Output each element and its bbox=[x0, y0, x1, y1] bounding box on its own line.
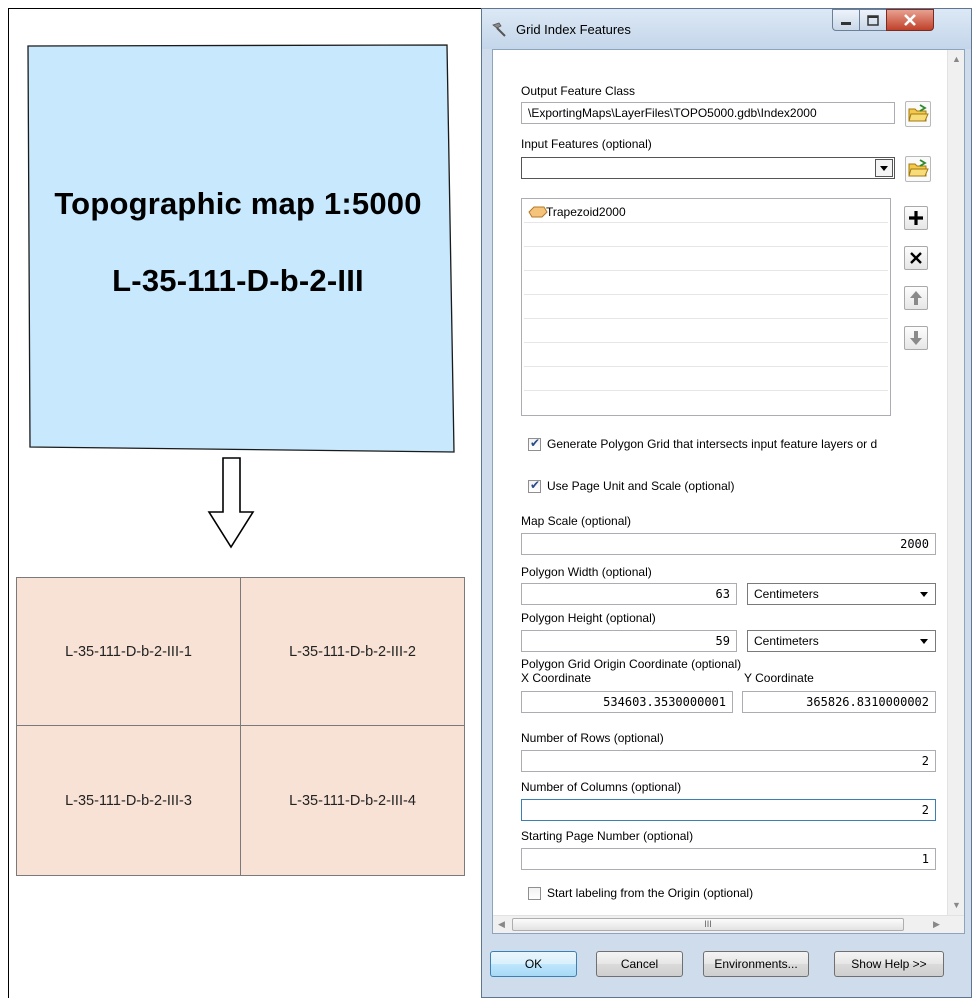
title-bar[interactable]: Grid Index Features bbox=[482, 9, 971, 49]
chevron-down-icon bbox=[920, 592, 928, 597]
check-mark-icon: ✔ bbox=[530, 436, 541, 450]
polygon-width-unit-value: Centimeters bbox=[754, 587, 819, 601]
start-labeling-origin-checkbox[interactable] bbox=[528, 887, 541, 900]
scroll-right-icon[interactable]: ▶ bbox=[933, 919, 940, 930]
chevron-down-icon bbox=[880, 166, 888, 171]
polygon-height-unit-value: Centimeters bbox=[754, 634, 819, 648]
maximize-button[interactable] bbox=[859, 9, 887, 31]
chevron-down-icon bbox=[920, 639, 928, 644]
dialog-title: Grid Index Features bbox=[516, 22, 631, 37]
folder-open-icon bbox=[908, 104, 929, 122]
map-scale-label: Map Scale (optional) bbox=[521, 514, 632, 528]
minimize-icon bbox=[841, 22, 851, 25]
delete-icon bbox=[910, 252, 922, 264]
number-of-columns-field[interactable]: 2 bbox=[521, 799, 936, 821]
output-browse-button[interactable] bbox=[905, 101, 931, 127]
x-coordinate-label: X Coordinate bbox=[521, 671, 592, 685]
plus-icon bbox=[909, 211, 923, 225]
x-coordinate-field[interactable]: 534603.3530000001 bbox=[521, 691, 733, 713]
input-features-list[interactable]: Trapezoid2000 bbox=[521, 198, 891, 416]
y-coordinate-field[interactable]: 365826.8310000002 bbox=[742, 691, 936, 713]
map-sheet-polygon bbox=[27, 44, 455, 453]
grid-index-features-dialog: Grid Index Features ▲ ▼ Output Feature C… bbox=[481, 8, 972, 998]
origin-label: Polygon Grid Origin Coordinate (optional… bbox=[521, 657, 742, 671]
remove-row-button[interactable] bbox=[904, 246, 928, 270]
map-code: L-35-111-D-b-2-III bbox=[112, 263, 364, 298]
polygon-width-label: Polygon Width (optional) bbox=[521, 565, 652, 579]
use-page-unit-checkbox[interactable]: ✔ bbox=[528, 478, 541, 493]
number-of-rows-label: Number of Rows (optional) bbox=[521, 731, 664, 745]
ok-button[interactable]: OK bbox=[490, 951, 577, 977]
arrow-up-icon bbox=[910, 291, 922, 305]
arrow-down-icon bbox=[910, 331, 922, 345]
tile-4: L-35-111-D-b-2-III-4 bbox=[240, 725, 465, 876]
map-title: Topographic map 1:5000 bbox=[54, 186, 422, 221]
check-mark-icon: ✔ bbox=[530, 478, 541, 492]
folder-open-icon bbox=[908, 159, 929, 177]
add-row-button[interactable] bbox=[904, 206, 928, 230]
move-down-button[interactable] bbox=[904, 326, 928, 350]
y-coordinate-label: Y Coordinate bbox=[744, 671, 814, 685]
scroll-down-icon[interactable]: ▼ bbox=[952, 900, 961, 910]
polygon-height-unit-dropdown[interactable]: Centimeters bbox=[747, 630, 936, 652]
map-scale-field[interactable]: 2000 bbox=[521, 533, 936, 555]
generate-polygon-grid-label: Generate Polygon Grid that intersects in… bbox=[547, 437, 878, 451]
polygon-width-unit-dropdown[interactable]: Centimeters bbox=[747, 583, 936, 605]
combo-dropdown-button[interactable] bbox=[875, 159, 893, 177]
tile-2: L-35-111-D-b-2-III-2 bbox=[240, 577, 465, 726]
number-of-columns-label: Number of Columns (optional) bbox=[521, 780, 682, 794]
list-item-label: Trapezoid2000 bbox=[546, 205, 626, 219]
number-of-rows-field[interactable]: 2 bbox=[521, 750, 936, 772]
minimize-button[interactable] bbox=[832, 9, 860, 31]
output-feature-class-field[interactable]: \ExportingMaps\LayerFiles\TOPO5000.gdb\I… bbox=[521, 102, 895, 124]
polygon-height-label: Polygon Height (optional) bbox=[521, 611, 656, 625]
vertical-scrollbar[interactable]: ▲ ▼ bbox=[947, 50, 964, 915]
show-help-button[interactable]: Show Help >> bbox=[834, 951, 944, 977]
scroll-left-icon[interactable]: ◀ bbox=[498, 919, 505, 930]
hammer-icon bbox=[492, 22, 506, 37]
maximize-icon bbox=[867, 15, 879, 26]
generate-polygon-grid-checkbox[interactable]: ✔ bbox=[528, 436, 541, 451]
list-item[interactable]: Trapezoid2000 bbox=[526, 203, 886, 221]
polygon-width-field[interactable]: 63 bbox=[521, 583, 737, 605]
starting-page-label: Starting Page Number (optional) bbox=[521, 829, 694, 843]
parameters-panel: ▲ ▼ Output Feature Class \ExportingMaps\… bbox=[492, 49, 965, 934]
input-features-combo[interactable] bbox=[521, 157, 895, 179]
close-button[interactable] bbox=[886, 9, 934, 31]
input-browse-button[interactable] bbox=[905, 156, 931, 182]
start-labeling-origin-label: Start labeling from the Origin (optional… bbox=[547, 886, 754, 900]
polygon-height-field[interactable]: 59 bbox=[521, 630, 737, 652]
move-up-button[interactable] bbox=[904, 286, 928, 310]
output-feature-class-label: Output Feature Class bbox=[521, 84, 636, 98]
starting-page-field[interactable]: 1 bbox=[521, 848, 936, 870]
cancel-button[interactable]: Cancel bbox=[596, 951, 683, 977]
scroll-thumb[interactable]: III bbox=[512, 918, 904, 931]
tile-3: L-35-111-D-b-2-III-3 bbox=[16, 725, 241, 876]
horizontal-scrollbar[interactable]: ◀ III ▶ bbox=[493, 915, 964, 933]
close-icon bbox=[904, 14, 916, 26]
environments-button[interactable]: Environments... bbox=[703, 951, 809, 977]
down-arrow-icon bbox=[207, 457, 255, 549]
use-page-unit-label: Use Page Unit and Scale (optional) bbox=[547, 479, 735, 493]
polygon-layer-icon bbox=[528, 206, 548, 218]
tile-1: L-35-111-D-b-2-III-1 bbox=[16, 577, 241, 726]
input-features-label: Input Features (optional) bbox=[521, 137, 652, 151]
scroll-up-icon[interactable]: ▲ bbox=[952, 54, 961, 64]
